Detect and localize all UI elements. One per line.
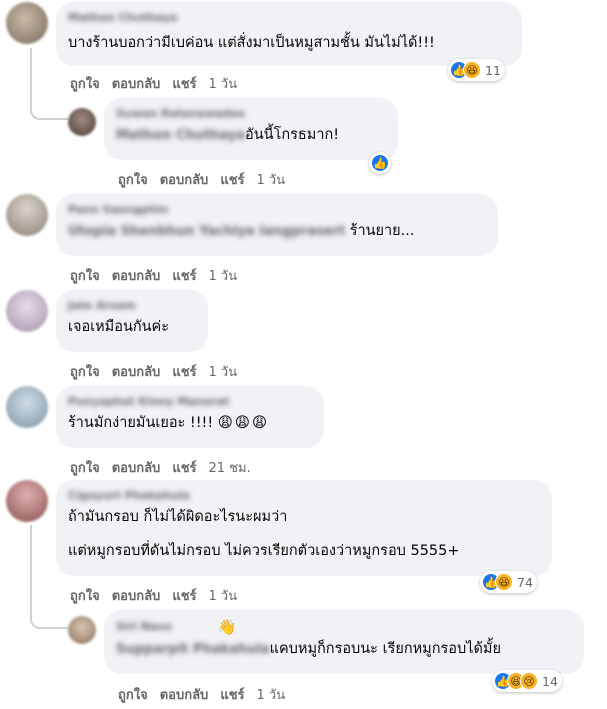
share-link[interactable]: แชร์ xyxy=(172,461,196,476)
share-link[interactable]: แชร์ xyxy=(172,589,196,604)
comment-text: ถ้ามันกรอบ ก็ไม่ได้ผิดอะไรนะผมว่า xyxy=(68,509,288,525)
comment-actions: ถูกใจ ตอบกลับ แชร์ 1 วัน xyxy=(118,684,297,705)
reply-link[interactable]: ตอบกลับ xyxy=(112,365,161,380)
thread-line xyxy=(30,98,68,120)
avatar[interactable] xyxy=(6,2,48,44)
comment-text: อันนี้โกรธมาก! xyxy=(245,127,340,143)
comment-bubble: Jate Arsam เจอเหมือนกันค่ะ xyxy=(56,290,208,352)
commenter-name[interactable]: Siri Nasu xyxy=(116,619,172,635)
comment-actions: ถูกใจ ตอบกลับ แชร์ 1 วัน xyxy=(70,73,249,94)
comment-actions: ถูกใจ ตอบกลับ แชร์ 21 ชม. xyxy=(70,457,263,478)
avatar[interactable] xyxy=(68,616,96,644)
commenter-name[interactable]: Punyaphat Kinny Manorat xyxy=(68,394,312,410)
reply-link[interactable]: ตอบกลับ xyxy=(160,688,209,703)
comment-actions: ถูกใจ ตอบกลับ แชร์ 1 วัน xyxy=(118,169,297,190)
comment-bubble: Siri Nasu 👋 Supparpit Phakahulaแคบหมูก็ก… xyxy=(104,610,584,674)
reaction-count: 14 xyxy=(542,673,558,689)
like-link[interactable]: ถูกใจ xyxy=(70,365,100,380)
mention-tag[interactable]: Mathon Chuthaya xyxy=(116,128,245,143)
timestamp[interactable]: 1 วัน xyxy=(257,688,286,703)
commenter-name[interactable]: Pann Saengphin xyxy=(68,202,486,218)
comment-text: บางร้านบอกว่ามีเบค่อน แต่สั่งมาเป็นหมูสา… xyxy=(68,35,435,51)
reply-link[interactable]: ตอบกลับ xyxy=(112,77,161,92)
share-link[interactable]: แชร์ xyxy=(220,688,244,703)
avatar[interactable] xyxy=(68,108,96,136)
haha-icon: 😆 xyxy=(495,573,513,591)
timestamp[interactable]: 1 วัน xyxy=(209,77,238,92)
share-link[interactable]: แชร์ xyxy=(172,365,196,380)
haha-icon: 😆 xyxy=(463,61,481,79)
emoji-weary-icon: 😩😩😩 xyxy=(217,415,270,431)
reply-link[interactable]: ตอบกลับ xyxy=(160,173,209,188)
thread-line xyxy=(30,525,32,603)
comment-text-line-2: แต่หมูกรอบที่ดันไม่กรอบ ไม่ควรเรียกตัวเอ… xyxy=(68,543,460,559)
thread-line xyxy=(30,48,32,98)
like-link[interactable]: ถูกใจ xyxy=(70,77,100,92)
sad-icon: 😢 xyxy=(520,672,538,690)
reaction-summary[interactable]: 👍 😆 74 xyxy=(480,571,537,593)
reply-link[interactable]: ตอบกลับ xyxy=(112,269,161,284)
avatar[interactable] xyxy=(6,194,48,236)
comment-text: ร้านมักง่ายมันเยอะ !!!! xyxy=(68,415,214,431)
avatar[interactable] xyxy=(6,290,48,332)
reaction-count: 11 xyxy=(485,62,501,78)
comment-actions: ถูกใจ ตอบกลับ แชร์ 1 วัน xyxy=(70,361,249,382)
timestamp[interactable]: 1 วัน xyxy=(209,365,238,380)
like-link[interactable]: ถูกใจ xyxy=(70,461,100,476)
avatar[interactable] xyxy=(6,386,48,428)
like-link[interactable]: ถูกใจ xyxy=(118,173,148,188)
reply-link[interactable]: ตอบกลับ xyxy=(112,589,161,604)
comment-bubble: Mathon Chuthaya บางร้านบอกว่ามีเบค่อน แต… xyxy=(56,2,522,66)
reaction-summary[interactable]: 👍 😆 😢 14 xyxy=(492,670,562,692)
timestamp[interactable]: 1 วัน xyxy=(209,589,238,604)
share-link[interactable]: แชร์ xyxy=(172,77,196,92)
comment-text: ร้านยาย... xyxy=(349,223,415,239)
comment-bubble: Cigoyurt Phakahula ถ้ามันกรอบ ก็ไม่ได้ผิ… xyxy=(56,480,552,576)
comment-text: เจอเหมือนกันค่ะ xyxy=(68,319,170,335)
timestamp[interactable]: 21 ชม. xyxy=(209,461,251,476)
wave-hand-icon: 👋 xyxy=(217,618,237,636)
commenter-name[interactable]: Jate Arsam xyxy=(68,298,196,314)
commenter-name[interactable]: Mathon Chuthaya xyxy=(68,10,510,26)
comment-actions: ถูกใจ ตอบกลับ แชร์ 1 วัน xyxy=(70,265,249,286)
comment-bubble: Suwan Ratanawadee Mathon Chuthayaอันนี้โ… xyxy=(104,98,398,160)
mention-tag[interactable]: Utopia Shenbhun Yachiya Iangprasert xyxy=(68,224,345,239)
share-link[interactable]: แชร์ xyxy=(172,269,196,284)
comment-bubble: Pann Saengphin Utopia Shenbhun Yachiya I… xyxy=(56,194,498,256)
thread-line xyxy=(30,603,68,629)
commenter-name[interactable]: Cigoyurt Phakahula xyxy=(68,488,540,504)
avatar[interactable] xyxy=(6,480,48,522)
comment-actions: ถูกใจ ตอบกลับ แชร์ 1 วัน xyxy=(70,585,249,606)
comment-text: แคบหมูก็กรอบนะ เรียกหมูกรอบได้มั้ย xyxy=(269,641,501,657)
timestamp[interactable]: 1 วัน xyxy=(209,269,238,284)
reaction-summary[interactable]: 👍 😆 11 xyxy=(448,59,505,81)
share-link[interactable]: แชร์ xyxy=(220,173,244,188)
like-link[interactable]: ถูกใจ xyxy=(118,688,148,703)
timestamp[interactable]: 1 วัน xyxy=(257,173,286,188)
reply-link[interactable]: ตอบกลับ xyxy=(112,461,161,476)
comment-bubble: Punyaphat Kinny Manorat ร้านมักง่ายมันเย… xyxy=(56,386,324,448)
mention-tag[interactable]: Supparpit Phakahula xyxy=(116,642,270,657)
commenter-name[interactable]: Suwan Ratanawadee xyxy=(116,106,386,122)
like-link[interactable]: ถูกใจ xyxy=(70,269,100,284)
like-link[interactable]: ถูกใจ xyxy=(70,589,100,604)
like-icon: 👍 xyxy=(371,154,389,172)
reaction-count: 74 xyxy=(517,574,533,590)
reaction-summary[interactable]: 👍 xyxy=(369,152,391,174)
